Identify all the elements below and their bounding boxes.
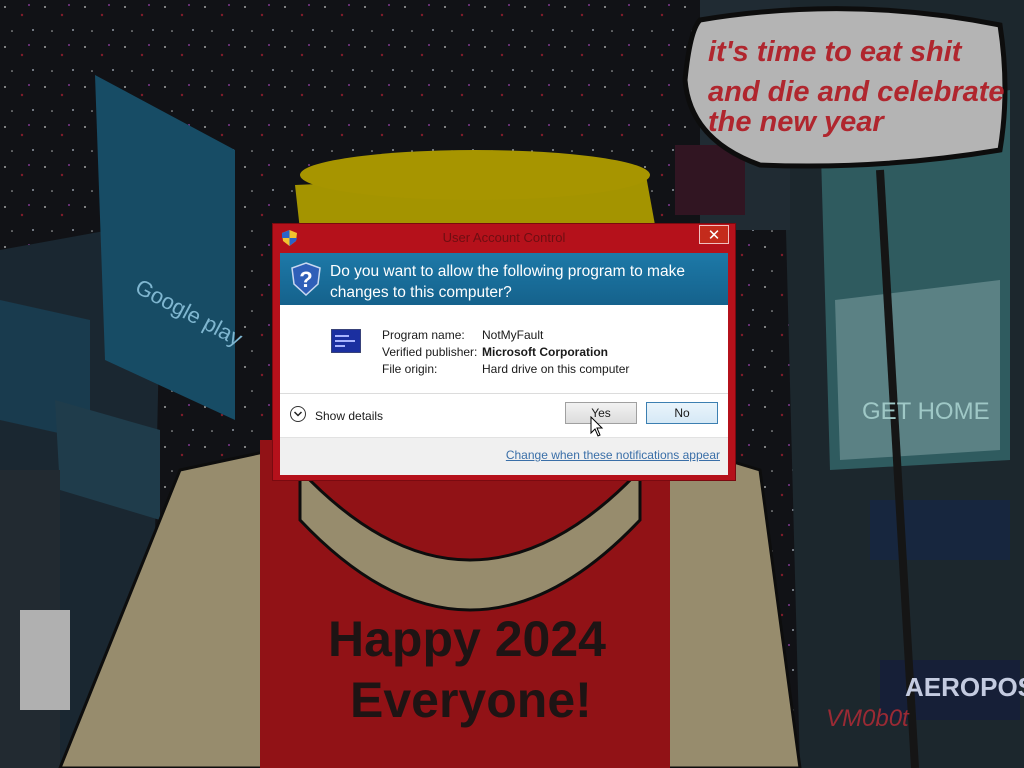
- change-notifications-link[interactable]: Change when these notifications appear: [506, 448, 720, 462]
- uac-dialog: User Account Control ✕ ? Do you want to …: [272, 223, 736, 481]
- speech-line-1: it's time to eat shit: [708, 36, 962, 68]
- show-details-link[interactable]: Show details: [315, 409, 383, 423]
- file-origin-value: Hard drive on this computer: [482, 362, 630, 376]
- close-button[interactable]: ✕: [699, 225, 729, 244]
- no-button[interactable]: No: [646, 402, 718, 424]
- mouse-cursor-icon: [590, 416, 604, 437]
- speech-line-3: the new year: [708, 106, 884, 138]
- program-name-label: Program name:: [382, 328, 465, 342]
- dialog-titlebar[interactable]: User Account Control ✕: [273, 224, 735, 249]
- dialog-question: Do you want to allow the following progr…: [330, 263, 685, 301]
- file-origin-label: File origin:: [382, 362, 438, 376]
- billboard-get-home: GET HOME: [862, 398, 990, 425]
- watermark: VM0b0t: [826, 705, 909, 732]
- shirt-line-2: Everyone!: [350, 672, 592, 728]
- publisher-label: Verified publisher:: [382, 345, 478, 359]
- dialog-title: User Account Control: [442, 230, 566, 245]
- publisher-value: Microsoft Corporation: [482, 345, 608, 359]
- program-name-value: NotMyFault: [482, 328, 544, 342]
- dialog-body: ? Do you want to allow the following pro…: [280, 253, 728, 475]
- question-shield-icon: ?: [291, 262, 321, 296]
- shirt-line-1: Happy 2024: [328, 611, 606, 667]
- svg-text:?: ?: [299, 267, 312, 292]
- billboard-aero: AEROPOS: [905, 672, 1024, 702]
- dialog-header: ? Do you want to allow the following pro…: [280, 253, 728, 305]
- program-icon: [331, 329, 361, 353]
- speech-line-2: and die and celebrate: [708, 76, 1005, 108]
- chevron-down-icon[interactable]: [290, 406, 306, 422]
- divider: [280, 393, 728, 394]
